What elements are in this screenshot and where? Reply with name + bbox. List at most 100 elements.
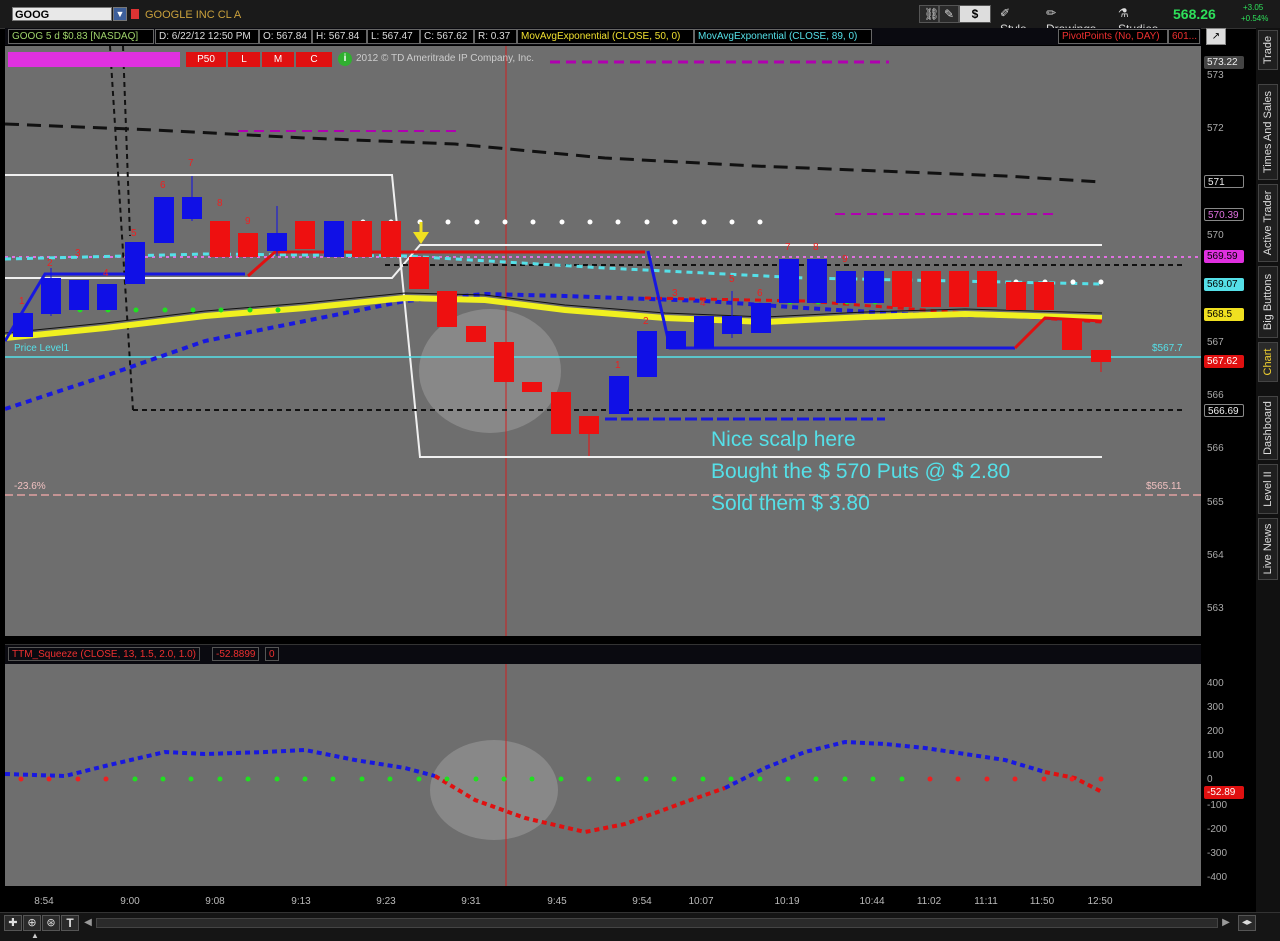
y-badge-571: 571 [1204,175,1244,188]
symbol-input[interactable]: GOOG [12,7,112,21]
x-label: 8:54 [34,896,54,907]
study-ema89[interactable]: MovAvgExponential (CLOSE, 89, 0) [694,29,872,44]
flag-icon[interactable] [131,9,139,19]
tab-live-news[interactable]: Live News [1258,518,1278,580]
svg-text:5: 5 [729,274,735,285]
text-tool-icon[interactable]: T [61,915,79,931]
y-badge-pivot: 569.59 [1204,250,1244,263]
scroll-left-icon[interactable]: ◀ [82,916,94,930]
price-chart-svg: 1 2 3 4 5 6 7 8 9 1 2 3 4 5 6 7 8 9 [5,46,1201,636]
y-label: 567 [1207,337,1224,348]
svg-text:8: 8 [217,198,223,209]
svg-text:1: 1 [19,296,25,307]
squeeze-dots [18,776,1104,782]
x-label: 10:44 [859,896,885,907]
lower-y-badge: -52.89 [1204,786,1244,799]
bar-low: L: 567.47 [367,29,420,44]
tools-icon[interactable]: ✎ [939,5,959,23]
svg-text:7: 7 [188,158,194,169]
crosshair-icon[interactable]: ✚ [4,915,22,931]
lower-study-svg [5,664,1104,886]
svg-text:4: 4 [103,268,109,279]
y-badge-black: 566.69 [1204,404,1244,417]
y-label: 572 [1207,123,1224,134]
study-pivot[interactable]: PivotPoints (No, DAY) [1058,29,1168,44]
tab-active-trader[interactable]: Active Trader [1258,184,1278,262]
symbol-info: GOOG 5 d $0.83 [NASDAQ] [8,29,154,44]
tab-label: Times And Sales [1262,90,1274,174]
toggle-m[interactable]: M [262,52,294,67]
price-level-label: Price Level1 [14,343,70,354]
pan-icon[interactable]: ⊛ [42,915,60,931]
toggle-c[interactable]: C [296,52,332,67]
lower-study-panel[interactable] [5,664,1201,886]
annotation-line-3: Sold them $ 3.80 [711,492,870,515]
tab-times-and-sales[interactable]: Times And Sales [1258,84,1278,180]
x-label: 11:11 [974,896,998,907]
price-chart-panel[interactable]: 1 2 3 4 5 6 7 8 9 1 2 3 4 5 6 7 8 9 [5,46,1201,636]
tab-level-ii[interactable]: Level II [1258,464,1278,514]
x-label: 10:19 [774,896,800,907]
ttm-squeeze-value2: 0 [265,647,279,661]
info-icon[interactable]: i [338,52,352,66]
bar-close: C: 567.62 [420,29,474,44]
y-label: 564 [1207,550,1224,561]
study-ema50[interactable]: MovAvgExponential (CLOSE, 50, 0) [517,29,694,44]
ttm-squeeze-label[interactable]: TTM_Squeeze (CLOSE, 13, 1.5, 2.0, 1.0) [8,647,200,661]
tab-dashboard[interactable]: Dashboard [1258,396,1278,460]
x-label: 11:50 [1029,896,1055,907]
lower-y-label: -100 [1207,800,1228,811]
svg-text:2: 2 [643,316,649,327]
tab-trade[interactable]: Trade [1258,30,1278,70]
tab-label: Big Buttons [1262,273,1274,331]
studies-button[interactable]: ⚗ Studies [1114,5,1172,36]
bar-open: O: 567.84 [259,29,312,44]
tab-label: Active Trader [1262,190,1274,256]
bar-range: R: 0.37 [474,29,517,44]
lower-y-label: 400 [1207,678,1224,689]
chevron-down-icon[interactable]: ▼ [113,7,127,21]
expand-horizontal-icon[interactable]: ◂▸ [1238,915,1256,931]
svg-text:9: 9 [245,216,251,227]
svg-text:9: 9 [842,254,848,265]
x-label: 11:02 [916,896,942,907]
toggle-p50[interactable]: P50 [186,52,226,67]
x-label: 9:13 [291,896,311,907]
tab-big-buttons[interactable]: Big Buttons [1258,266,1278,338]
y-badge-top: 573.22 [1204,56,1244,69]
collapse-up-icon[interactable]: ▲ [28,931,42,940]
lower-y-label: 300 [1207,702,1224,713]
expand-icon[interactable]: ↗ [1206,28,1226,45]
fib-value: $565.11 [1146,481,1182,492]
bar-high: H: 567.84 [312,29,367,44]
lower-y-label: 200 [1207,726,1224,737]
pencil-icon: ✏ [1046,6,1057,20]
squeeze-blue-right [724,739,1046,790]
horizontal-scrollbar[interactable] [96,918,1218,928]
y-label: 573 [1207,70,1224,81]
toggle-l[interactable]: L [228,52,260,67]
link-icon[interactable]: ⛓ [919,5,939,23]
overlay-study-label[interactable] [8,52,180,67]
x-axis[interactable] [5,887,1201,911]
x-label: 9:54 [632,896,652,907]
fib-label: -23.6% [14,481,46,492]
change-percent: +0.54% [1241,14,1269,23]
lower-y-label: -400 [1207,872,1228,883]
dollar-button[interactable]: $ [959,5,991,23]
drawings-button[interactable]: ✏ Drawings [1042,5,1112,36]
tab-label: Level II [1262,471,1274,507]
price-level-value: $567.7 [1152,343,1183,354]
y-label: 566 [1207,443,1224,454]
scroll-right-icon[interactable]: ▶ [1220,916,1232,930]
study-pivot-more[interactable]: 601... [1168,29,1200,44]
lower-highlight-ellipse [430,740,558,840]
y-badge-ma1: 570.39 [1204,208,1244,221]
x-label: 12:50 [1087,896,1113,907]
tab-chart[interactable]: Chart [1258,342,1278,382]
y-label: 563 [1207,603,1224,614]
svg-text:4: 4 [700,298,706,309]
zoom-icon[interactable]: ⊕ [23,915,41,931]
style-button[interactable]: ✐ Style [996,5,1040,36]
squeeze-blue-left [5,747,436,779]
